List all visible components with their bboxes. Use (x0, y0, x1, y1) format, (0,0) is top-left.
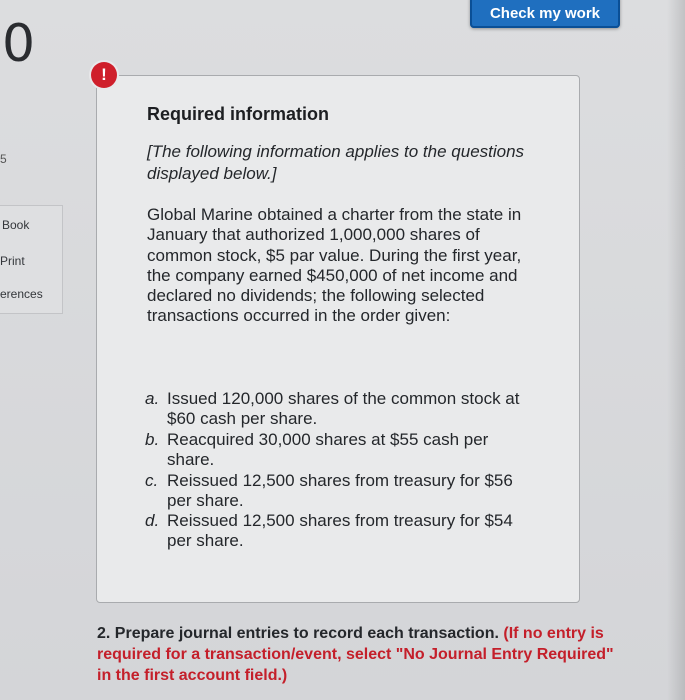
transaction-letter: b. (145, 429, 160, 449)
question-number: 0 (2, 14, 36, 74)
transaction-letter: a. (145, 389, 160, 408)
transaction-text: Reissued 12,500 shares from treasury for… (167, 511, 513, 551)
question-prompt: 2. Prepare journal entries to record eac… (97, 625, 499, 642)
sidebar-item-references[interactable]: erences (0, 287, 60, 301)
list-item: d. Reissued 12,500 shares from treasury … (145, 511, 545, 551)
info-heading: Required information (147, 104, 330, 124)
points-value: 5 (0, 152, 7, 166)
list-item: a. Issued 120,000 shares of the common s… (145, 389, 545, 429)
check-my-work-button[interactable]: Check my work (470, 0, 620, 28)
transaction-letter: c. (145, 470, 159, 490)
transaction-letter: d. (145, 511, 160, 531)
sidebar-item-book[interactable]: Book (2, 218, 62, 232)
list-item: b. Reacquired 30,000 shares at $55 cash … (145, 430, 545, 470)
sidebar-item-label: Print (0, 254, 25, 268)
sidebar-item-print[interactable]: Print (0, 254, 60, 268)
transaction-text: Reissued 12,500 shares from treasury for… (167, 470, 513, 510)
info-body: Global Marine obtained a charter from th… (147, 205, 522, 326)
alert-icon: ! (91, 62, 117, 88)
sidebar: Book Print erences (0, 205, 63, 314)
sidebar-item-label: Book (2, 218, 30, 232)
transaction-text: Issued 120,000 shares of the common stoc… (167, 389, 520, 428)
transaction-text: Reacquired 30,000 shares at $55 cash per… (167, 429, 489, 469)
screen-edge-shadow (667, 0, 685, 700)
question-text: 2. Prepare journal entries to record eac… (97, 623, 617, 686)
check-my-work-label: Check my work (489, 4, 601, 22)
info-intro: [The following information applies to th… (147, 142, 525, 183)
transaction-list: a. Issued 120,000 shares of the common s… (145, 389, 545, 552)
list-item: c. Reissued 12,500 shares from treasury … (145, 471, 545, 511)
sidebar-item-label: erences (0, 287, 43, 301)
